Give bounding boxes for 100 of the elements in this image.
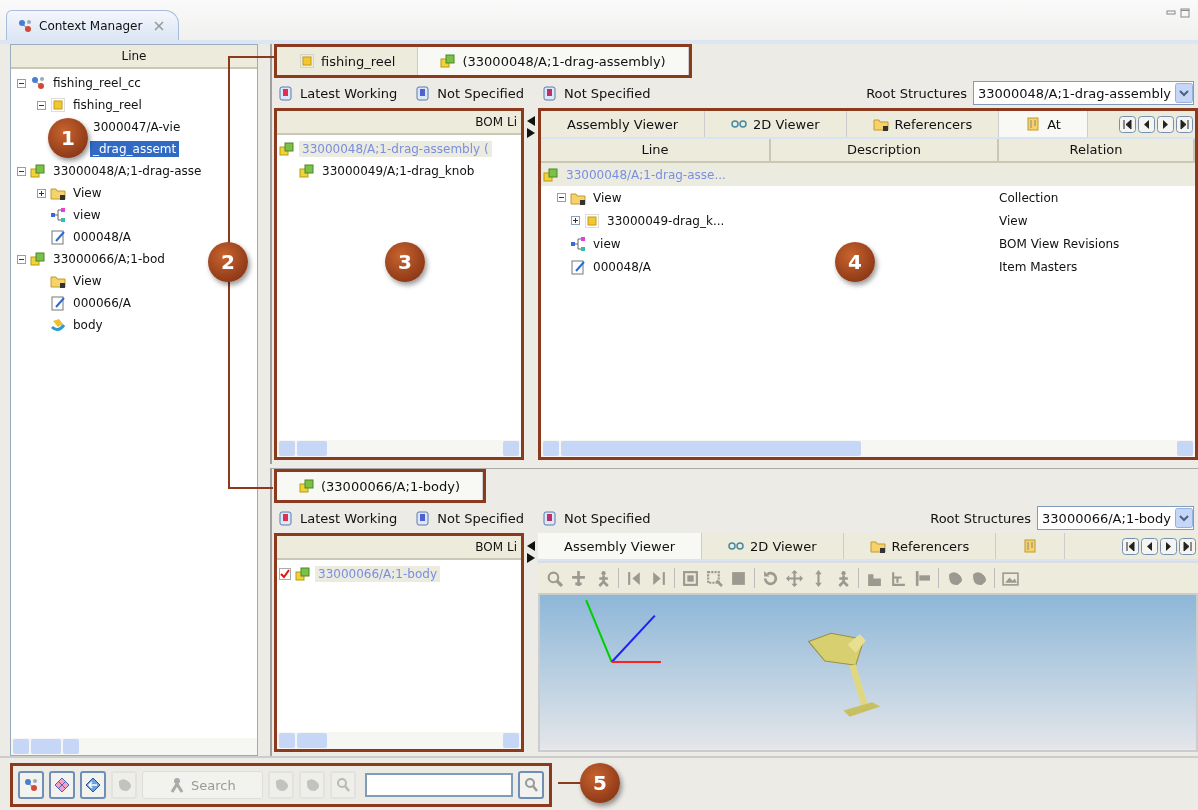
- first-tab-icon[interactable]: [1119, 115, 1136, 133]
- editor-tab[interactable]: fishing_reel: [277, 47, 419, 75]
- rule-button[interactable]: Latest Working: [278, 85, 398, 101]
- column-header[interactable]: BOM Li: [277, 536, 521, 561]
- tree-item[interactable]: 33000049-drag_k...: [604, 212, 728, 229]
- collapse-toggle-icon[interactable]: [37, 100, 46, 110]
- column-header[interactable]: Line: [11, 45, 257, 69]
- tree-item[interactable]: View: [70, 273, 105, 289]
- expand-toggle-icon[interactable]: [571, 216, 580, 225]
- minimize-icon[interactable]: [1166, 8, 1176, 18]
- rule-button[interactable]: Not Specified: [415, 85, 524, 101]
- column-header[interactable]: Line: [541, 139, 771, 163]
- effectivity-card-icon: [415, 510, 432, 527]
- horizontal-scrollbar[interactable]: [11, 738, 257, 755]
- root-structures-label: Root Structures: [930, 510, 1032, 526]
- column-header[interactable]: BOM Li: [277, 111, 521, 135]
- viewer-tab[interactable]: Assembly Viewer: [541, 111, 705, 137]
- next-tab-icon[interactable]: [1157, 115, 1174, 133]
- blob-icon[interactable]: [946, 569, 963, 587]
- tree-item[interactable]: 000048/A: [590, 258, 655, 275]
- toolbar-button[interactable]: [49, 771, 75, 799]
- editor-tab[interactable]: (33000066/A;1-body): [277, 472, 484, 501]
- frame-icon[interactable]: [682, 569, 699, 587]
- branch-icon[interactable]: [890, 569, 907, 587]
- rule-button[interactable]: Not Specified: [541, 510, 651, 527]
- blob-icon[interactable]: [970, 569, 987, 587]
- last-tab-icon[interactable]: [1179, 537, 1196, 555]
- next-tab-icon[interactable]: [1160, 537, 1177, 555]
- tree-item[interactable]: 33000048/A;1-drag-asse: [50, 163, 205, 179]
- tree-item[interactable]: 33000049/A;1-drag_knob: [319, 163, 478, 179]
- tree-item[interactable]: 000048/A: [70, 229, 135, 245]
- toolbar-button[interactable]: [80, 771, 106, 799]
- magnifier-icon[interactable]: [546, 569, 563, 587]
- expand-arrow-icon[interactable]: [527, 128, 535, 138]
- last-tab-icon[interactable]: [1176, 115, 1193, 133]
- tree-item[interactable]: body: [70, 317, 106, 333]
- folder-icon: [869, 538, 886, 555]
- tree-item[interactable]: _drag_assemt: [90, 141, 180, 157]
- view-tab[interactable]: Context Manager: [6, 10, 180, 40]
- viewer-tab[interactable]: Referencers: [843, 533, 997, 560]
- viewer-tab[interactable]: 2D Viewer: [702, 533, 844, 560]
- horizontal-scrollbar[interactable]: [277, 440, 521, 458]
- zoom-frame-icon[interactable]: [706, 569, 723, 587]
- column-header[interactable]: Relation: [999, 139, 1195, 163]
- collapse-toggle-icon[interactable]: [17, 78, 26, 88]
- tree-item[interactable]: view: [590, 235, 624, 252]
- editor-tab[interactable]: (33000048/A;1-drag-assembly): [418, 47, 689, 75]
- search-field[interactable]: [364, 773, 513, 797]
- tree-item[interactable]: View: [70, 185, 105, 201]
- rule-button[interactable]: Not Specified: [415, 510, 524, 527]
- last-icon[interactable]: [650, 569, 667, 587]
- square-icon[interactable]: [730, 569, 747, 587]
- tree-item[interactable]: fishing_reel_cc: [50, 75, 144, 91]
- plane-icon[interactable]: [570, 569, 587, 587]
- collapse-toggle-icon[interactable]: [17, 254, 26, 264]
- previous-tab-icon[interactable]: [1141, 537, 1158, 555]
- toolbar-button[interactable]: [18, 771, 44, 799]
- viewer-tab[interactable]: Assembly Viewer: [538, 533, 702, 560]
- root-structure-dropdown[interactable]: 33000048/A;1-drag-assembly: [972, 81, 1194, 105]
- boxes-icon: [299, 478, 315, 495]
- boxes-icon: [279, 141, 295, 157]
- close-icon[interactable]: [154, 20, 165, 31]
- image-icon[interactable]: [1002, 569, 1019, 587]
- checkbox[interactable]: [279, 568, 291, 581]
- find-button[interactable]: [517, 771, 544, 799]
- first-tab-icon[interactable]: [1122, 537, 1139, 555]
- tree-item[interactable]: fishing_reel: [70, 97, 145, 113]
- rule-button[interactable]: Not Specified: [541, 85, 651, 101]
- caret-icon: [1175, 83, 1193, 103]
- network-icon: [23, 777, 39, 793]
- collapse-arrow-icon[interactable]: [527, 541, 535, 552]
- collapse-toggle-icon[interactable]: [557, 193, 566, 202]
- boxes-icon: [30, 163, 46, 179]
- column-header[interactable]: Description: [771, 139, 999, 163]
- expand-arrow-icon[interactable]: [527, 553, 535, 564]
- viewer-tab[interactable]: 2D Viewer: [705, 111, 847, 137]
- move-icon[interactable]: [786, 569, 803, 587]
- tree-item[interactable]: 000066/A: [70, 295, 135, 311]
- align-icon[interactable]: [914, 569, 931, 587]
- horizontal-scrollbar[interactable]: [277, 732, 521, 749]
- viewer-tab[interactable]: At: [999, 111, 1088, 137]
- first-icon[interactable]: [626, 569, 643, 587]
- arrow-icon: [85, 777, 101, 793]
- folder-icon: [872, 116, 889, 132]
- root-structure-dropdown[interactable]: 33000066/A;1-body: [1037, 506, 1194, 531]
- tree-item[interactable]: 33000066/A;1-bod: [50, 251, 168, 267]
- structure-icon: [50, 207, 66, 223]
- maximize-icon[interactable]: [1180, 8, 1190, 18]
- tree-item[interactable]: view: [70, 207, 104, 223]
- collapse-arrow-icon[interactable]: [527, 116, 535, 126]
- rotate-icon[interactable]: [762, 569, 779, 587]
- horizontal-scrollbar[interactable]: [541, 440, 1195, 458]
- expand-toggle-icon[interactable]: [37, 188, 46, 198]
- grid-icon: [54, 777, 70, 793]
- tree-item[interactable]: View: [590, 189, 625, 206]
- rule-button[interactable]: Latest Working: [278, 510, 398, 527]
- collapse-toggle-icon[interactable]: [17, 166, 26, 176]
- document-icon: [50, 295, 66, 311]
- tree-item[interactable]: 3000047/A-vie: [90, 119, 184, 135]
- previous-tab-icon[interactable]: [1138, 115, 1155, 133]
